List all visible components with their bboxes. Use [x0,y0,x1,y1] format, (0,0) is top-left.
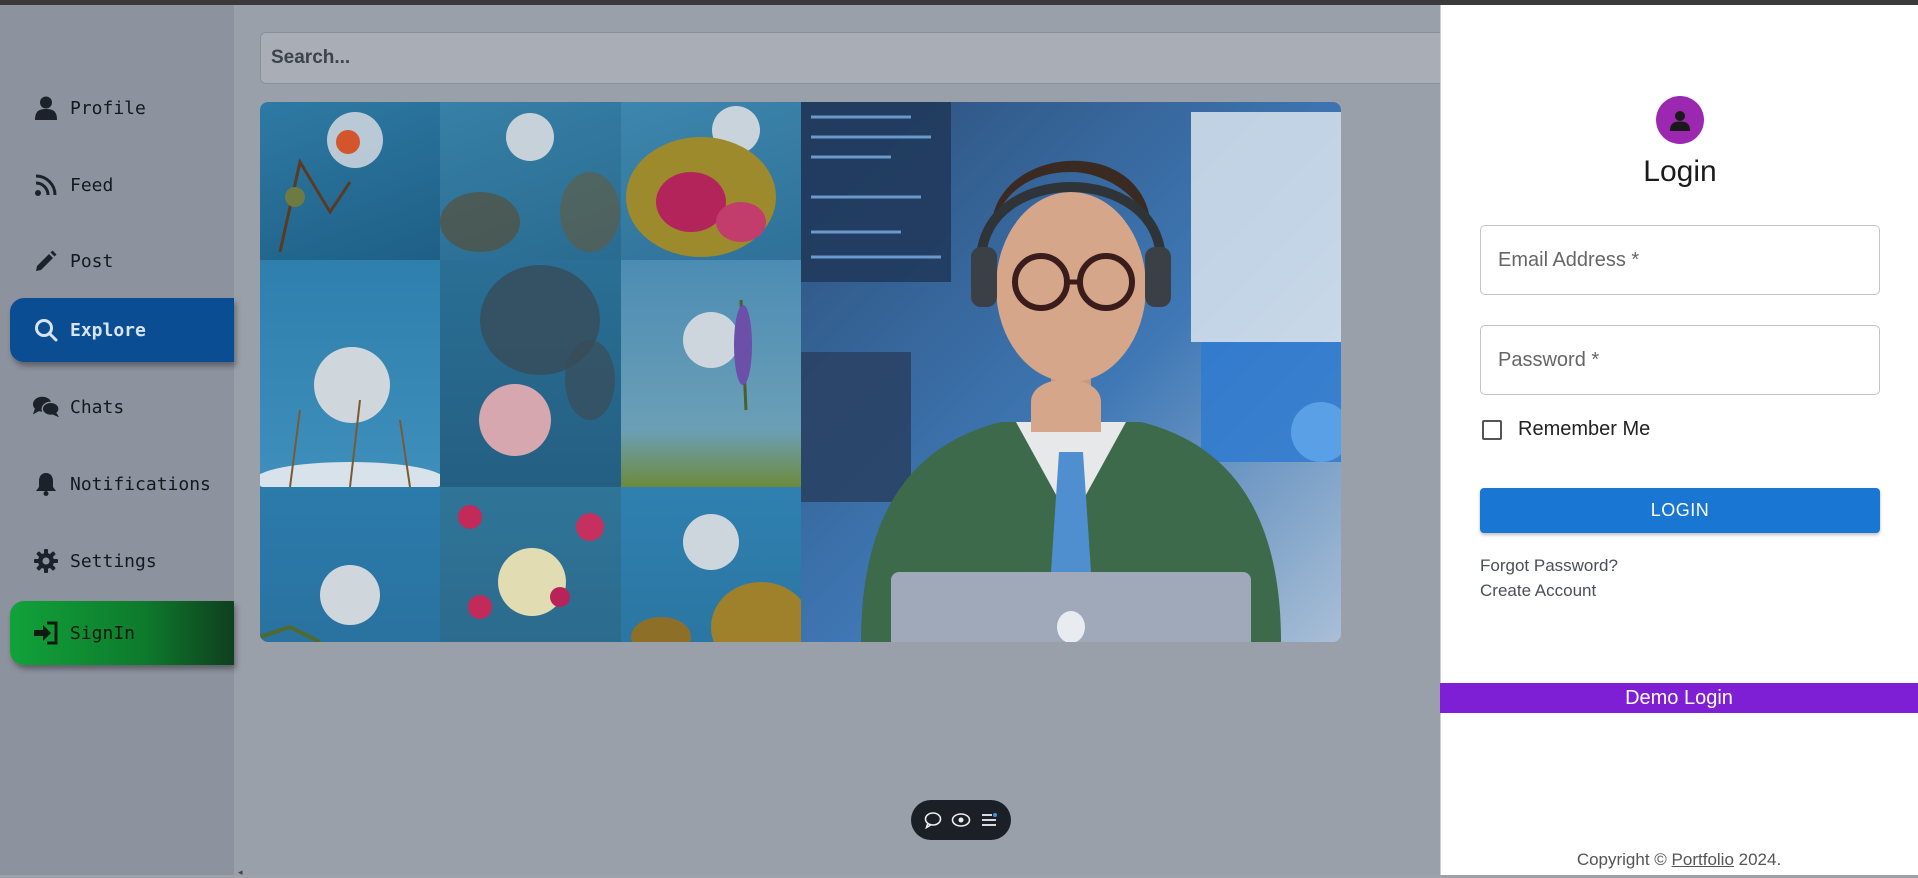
sidebar-item-label: Post [70,250,114,272]
sidebar-item-label: Settings [70,550,157,572]
moon-photo[interactable] [440,260,621,487]
moon-photo[interactable] [260,260,440,487]
sidebar-item-explore[interactable]: Explore [10,298,234,362]
moon-photo[interactable] [621,487,801,642]
moon-photo[interactable] [440,487,621,642]
portfolio-link[interactable]: Portfolio [1672,850,1734,869]
floating-toolbar [911,800,1011,840]
sidebar-item-profile[interactable]: Profile [10,76,234,140]
sidebar-item-settings[interactable]: Settings [10,529,234,593]
sidebar-item-label: Chats [70,396,125,418]
gear-icon [32,547,60,575]
avatar [1656,96,1704,144]
remember-me-label: Remember Me [1518,418,1651,440]
sidebar-item-label: Explore [70,319,146,341]
sidebar-item-post[interactable]: Post [10,229,234,293]
sidebar-item-feed[interactable]: Feed [10,153,234,217]
sidebar: Profile Feed Post Explore Chats Notifica… [0,5,234,875]
password-field[interactable] [1480,325,1880,395]
sidebar-item-label: SignIn [70,622,136,644]
app-background: Profile Feed Post Explore Chats Notifica… [0,5,1440,878]
create-account-link[interactable]: Create Account [1480,581,1596,601]
email-input[interactable] [1481,226,1879,294]
bell-icon [32,470,60,498]
search-icon [32,316,60,344]
login-title: Login [1643,155,1717,188]
search-input[interactable] [260,32,1440,84]
forgot-password-link[interactable]: Forgot Password? [1480,556,1618,576]
sidebar-item-label: Profile [70,97,146,119]
sidebar-item-label: Notifications [70,473,211,495]
scroll-left-arrow-icon[interactable]: ◂ [238,867,243,878]
rss-icon [32,171,60,199]
remember-me-checkbox[interactable] [1482,419,1502,440]
password-input[interactable] [1481,326,1879,394]
chat-bubble-icon[interactable] [922,809,944,831]
moon-photo[interactable] [621,260,801,487]
moon-photo[interactable] [621,102,801,260]
menu-list-icon[interactable] [978,809,1000,831]
moon-photo[interactable] [260,487,440,642]
developer-illustration[interactable] [801,102,1341,642]
sidebar-item-notifications[interactable]: Notifications [10,452,234,516]
sign-in-icon [32,619,60,647]
eye-icon[interactable] [950,809,972,831]
moon-photo[interactable] [260,102,440,260]
copyright: Copyright © Portfolio 2024. [1576,850,1782,869]
pencil-icon [32,247,60,275]
demo-login-button[interactable]: Demo Login [1440,683,1918,713]
moon-photo[interactable] [440,102,621,260]
sidebar-item-signin[interactable]: SignIn [10,601,234,665]
sidebar-item-chats[interactable]: Chats [10,375,234,439]
sidebar-item-label: Feed [70,174,114,196]
remember-me[interactable]: Remember Me [1480,418,1650,441]
login-button[interactable]: LOGIN [1480,488,1880,533]
email-field[interactable] [1480,225,1880,295]
comments-icon [32,393,60,421]
explore-image-grid [260,102,1341,642]
user-icon [32,94,60,122]
